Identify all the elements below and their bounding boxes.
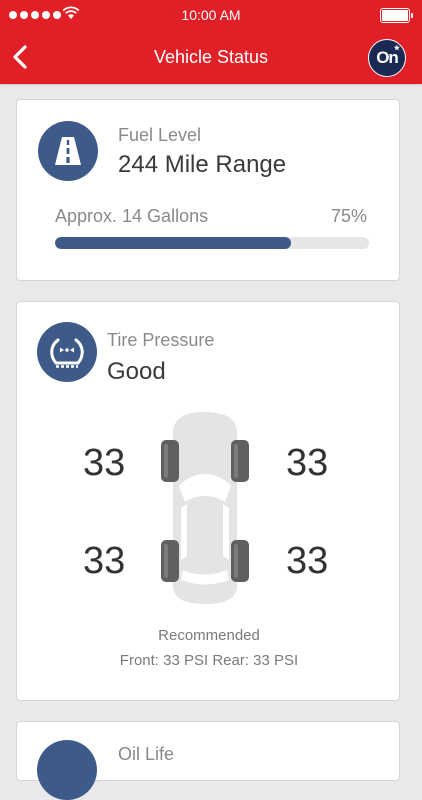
fuel-percent: 75% xyxy=(330,206,367,226)
clock: 10:00 AM xyxy=(181,7,241,23)
tire-label: Tire Pressure xyxy=(107,330,215,350)
fuel-progress-bar xyxy=(55,237,369,249)
tire-status: Good xyxy=(107,358,166,385)
tire-rear-left: 33 xyxy=(83,540,126,582)
oil-life-card[interactable]: Oil Life xyxy=(16,721,400,800)
star-icon: ★ xyxy=(393,45,400,52)
car-top-view-icon xyxy=(161,412,249,604)
recommended-values: Front: 33 PSI Rear: 33 PSI xyxy=(119,652,299,669)
tire-front-right: 33 xyxy=(286,442,329,484)
oil-life-icon xyxy=(37,740,97,800)
fuel-progress-fill xyxy=(55,237,291,249)
road-icon xyxy=(38,121,98,181)
oil-label: Oil Life xyxy=(118,744,175,764)
fuel-gallons: Approx. 14 Gallons xyxy=(55,206,209,226)
page-title: Vehicle Status xyxy=(153,47,269,67)
navigation-bar: Vehicle Status On ★ xyxy=(0,30,422,84)
fuel-range: 244 Mile Range xyxy=(118,151,287,178)
battery-icon xyxy=(380,8,413,23)
recommended-label: Recommended xyxy=(158,627,260,644)
fuel-level-card[interactable]: Fuel Level 244 Mile Range Approx. 14 Gal… xyxy=(16,99,400,281)
onstar-button[interactable]: On ★ xyxy=(368,39,406,77)
tire-pressure-icon xyxy=(37,322,97,382)
tire-front-left: 33 xyxy=(83,442,126,484)
tire-pressure-card[interactable]: Tire Pressure Good 33 33 33 33 Recommend… xyxy=(16,301,400,701)
fuel-label: Fuel Level xyxy=(118,125,202,145)
tire-rear-right: 33 xyxy=(286,540,329,582)
status-bar: 10:00 AM xyxy=(0,0,422,30)
